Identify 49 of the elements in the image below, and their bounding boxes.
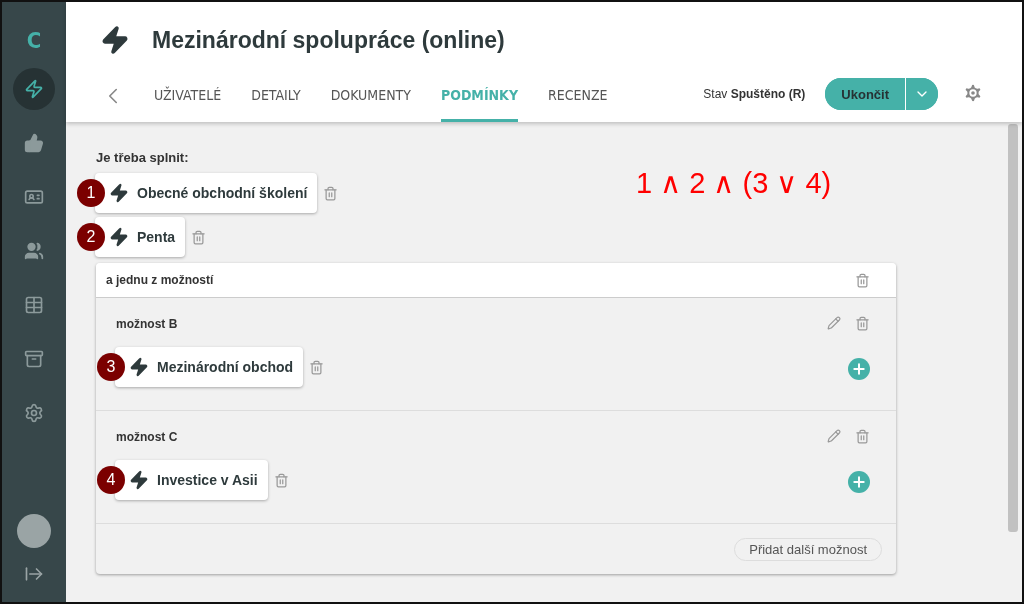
delete-icon[interactable] xyxy=(191,229,207,245)
tab[interactable]: DOKUMENTY xyxy=(330,78,411,122)
end-button[interactable]: Ukončit xyxy=(825,78,906,110)
tab[interactable]: RECENZE xyxy=(548,78,608,122)
expand-icon[interactable] xyxy=(24,564,44,584)
condition-chip[interactable]: Penta xyxy=(95,217,186,257)
condition-label: Mezinárodní obchod xyxy=(157,359,294,375)
scrollbar[interactable] xyxy=(1008,124,1018,532)
number-marker: 1 xyxy=(77,179,105,207)
lightning-icon xyxy=(129,470,149,490)
section-label: Je třeba splnit: xyxy=(96,150,190,165)
delete-icon[interactable] xyxy=(855,316,870,331)
condition-label: Penta xyxy=(137,229,176,245)
add-option-button[interactable]: Přidat další možnost xyxy=(734,537,882,561)
lightning-icon xyxy=(129,357,149,377)
edit-icon[interactable] xyxy=(827,316,841,331)
lightning-icon xyxy=(109,183,129,203)
delete-icon[interactable] xyxy=(309,359,325,375)
logo: C xyxy=(26,28,42,55)
add-button[interactable] xyxy=(848,358,870,380)
delete-icon[interactable] xyxy=(855,272,870,288)
lightning-icon[interactable] xyxy=(13,68,55,110)
condition-chip[interactable]: Investice v Asii xyxy=(115,460,268,500)
number-marker: 4 xyxy=(97,466,125,494)
plus-icon xyxy=(851,474,867,490)
number-marker: 3 xyxy=(97,353,125,381)
condition-label: Investice v Asii xyxy=(157,472,258,488)
delete-icon[interactable] xyxy=(855,429,870,444)
lightning-icon xyxy=(100,25,130,55)
settings-icon[interactable] xyxy=(962,82,984,104)
option-title: možnost C xyxy=(116,429,178,444)
condition-chip[interactable]: Obecné obchodní školení xyxy=(95,173,318,213)
number-marker: 2 xyxy=(77,223,105,251)
status-text: Stav Spuštěno (R) xyxy=(703,87,806,101)
condition-label: Obecné obchodní školení xyxy=(137,185,308,201)
tab[interactable]: DETAILY xyxy=(251,78,301,122)
lightning-icon xyxy=(109,227,129,247)
group-title: a jednu z možností xyxy=(106,273,214,287)
avatar[interactable] xyxy=(17,514,51,548)
delete-icon[interactable] xyxy=(273,472,289,488)
formula-annotation: 1 ∧ 2 ∧ (3 ∨ 4) xyxy=(636,166,832,200)
page-title: Mezinárodní spolupráce (online) xyxy=(152,26,505,54)
delete-icon[interactable] xyxy=(323,185,339,201)
plus-icon xyxy=(851,361,867,377)
tab[interactable]: UŽIVATELÉ xyxy=(154,78,222,122)
add-button[interactable] xyxy=(848,471,870,493)
edit-icon[interactable] xyxy=(827,429,841,444)
condition-chip[interactable]: Mezinárodní obchod xyxy=(115,347,304,387)
option-title: možnost B xyxy=(116,316,178,331)
